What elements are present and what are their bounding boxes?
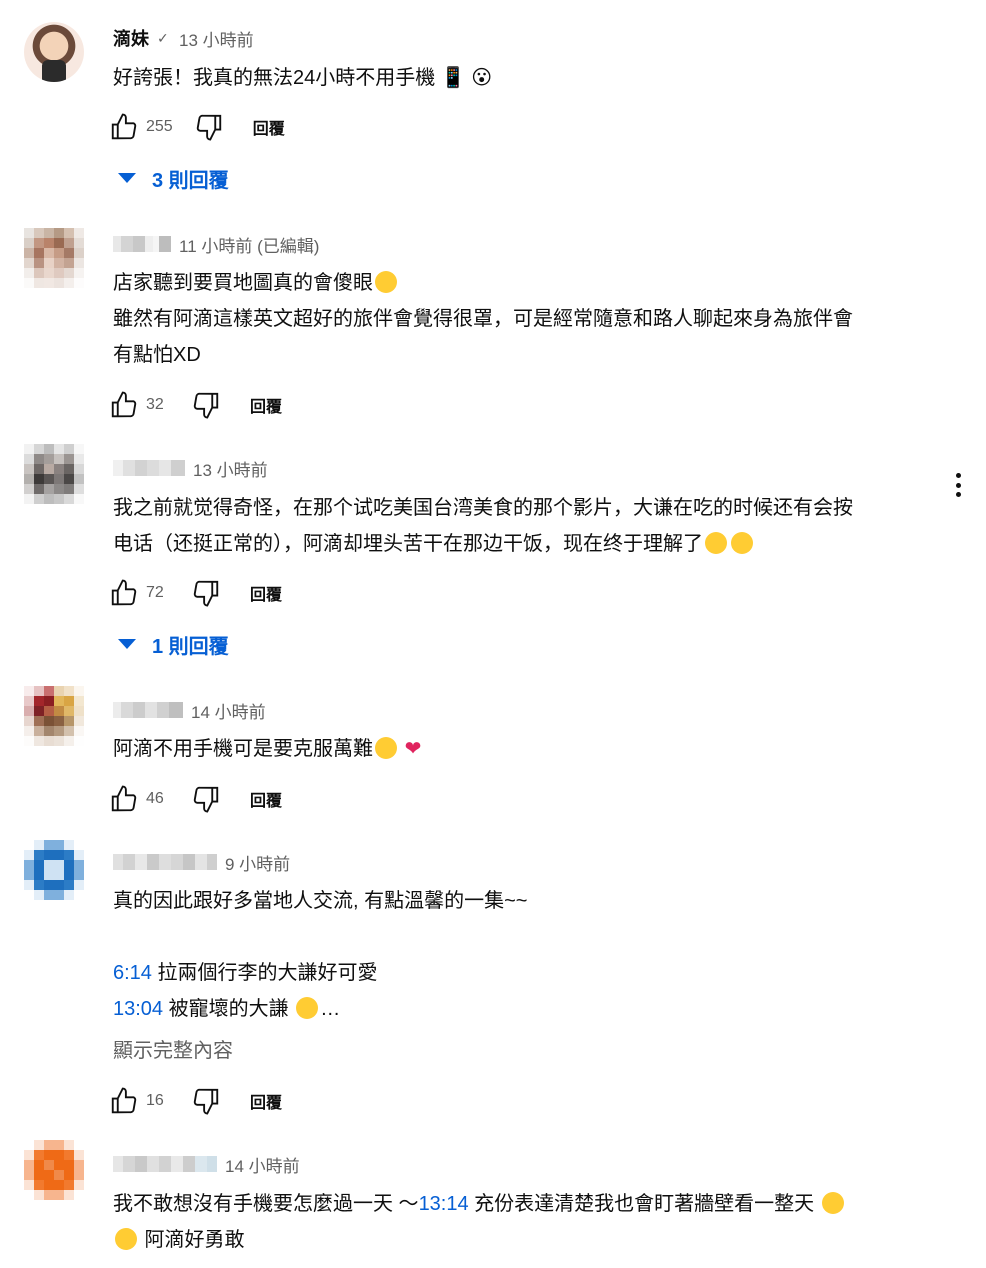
- thumb-up-icon[interactable]: [108, 111, 140, 143]
- like-count: 16: [146, 1092, 164, 1109]
- comment-line-3: 有點怕XD: [113, 344, 201, 366]
- timestamp-link[interactable]: 6:14: [113, 962, 152, 984]
- timestamp[interactable]: 11 小時前 (已編輯): [179, 232, 319, 257]
- rofl-icon: [296, 997, 319, 1019]
- tears-of-joy-icon: [375, 271, 397, 293]
- comment-header: 滴妹 ✓ 13 小時前: [113, 26, 254, 50]
- comment-text-main: 好誇張！我真的無法24小時不用手機: [113, 67, 436, 89]
- blurred-author-name[interactable]: [113, 702, 183, 718]
- comment-line-1: 店家聽到要買地圖真的會傻眼: [113, 272, 373, 294]
- blurred-author-name[interactable]: [113, 460, 185, 476]
- avatar[interactable]: [24, 686, 84, 746]
- timestamp-link[interactable]: 13:14: [419, 1193, 469, 1215]
- timestamp[interactable]: 13 小時前: [179, 26, 254, 51]
- avatar[interactable]: [24, 444, 84, 504]
- comment-text: 阿滴不用手機可是要克服萬難 ❤: [113, 731, 943, 767]
- comment-header: 9 小時前: [113, 850, 290, 874]
- comment-line-2: 电话（还挺正常的），阿滴却埋头苦干在那边干饭，现在终于理解了: [113, 533, 703, 555]
- comment-emoji: 📱 😮: [440, 67, 493, 89]
- comment-line-1-start: 我不敢想沒有手機要怎麼過一天 ～: [113, 1193, 419, 1215]
- comment-line-2: 阿滴好勇敢: [139, 1229, 245, 1251]
- thumb-down-icon[interactable]: [193, 111, 225, 143]
- rofl-icon: [821, 1192, 844, 1214]
- thumb-up-icon[interactable]: [108, 577, 140, 609]
- comment-header: 13 小時前: [113, 456, 268, 480]
- avatar[interactable]: [24, 1140, 84, 1200]
- comment-line-4: 被寵壞的大謙: [163, 998, 289, 1020]
- comment-line-2: 雖然有阿滴這樣英文超好的旅伴會覺得很罩，可是經常隨意和路人聊起來身為旅伴會: [113, 308, 853, 330]
- comment-text: 店家聽到要買地圖真的會傻眼 雖然有阿滴這樣英文超好的旅伴會覺得很罩，可是經常隨意…: [113, 265, 943, 373]
- avatar[interactable]: [24, 228, 84, 288]
- comment-text: 真的因此跟好多當地人交流, 有點溫馨的一集~~ 6:14 拉兩個行李的大謙好可愛…: [113, 883, 943, 1027]
- reply-button[interactable]: 回覆: [250, 581, 282, 605]
- avatar[interactable]: [24, 840, 84, 900]
- comment-line-3: 拉兩個行李的大謙好可愛: [151, 962, 378, 984]
- timestamp[interactable]: 9 小時前: [225, 850, 290, 875]
- thumb-down-icon[interactable]: [190, 389, 222, 421]
- comment-text: 我不敢想沒有手機要怎麼過一天 ～13:14 充份表達清楚我也會盯著牆壁看一整天 …: [113, 1186, 943, 1258]
- comment-actions: 32 回覆: [108, 389, 282, 421]
- like-count: 72: [146, 584, 164, 601]
- show-more-button[interactable]: 顯示完整內容: [113, 1033, 943, 1069]
- replies-label: 3 則回覆: [152, 169, 229, 192]
- comment-actions: 16 回覆: [108, 1085, 282, 1117]
- ellipsis: …: [320, 998, 341, 1020]
- reply-button[interactable]: 回覆: [250, 393, 282, 417]
- comment-line-1: 真的因此跟好多當地人交流, 有點溫馨的一集~~: [113, 890, 528, 912]
- verified-check-icon: ✓: [157, 30, 169, 46]
- avatar[interactable]: [24, 22, 84, 82]
- thumb-down-icon[interactable]: [190, 783, 222, 815]
- like-count: 46: [146, 790, 164, 807]
- tears-of-joy-icon: [705, 532, 727, 554]
- comment-header: 14 小時前: [113, 698, 266, 722]
- thumb-down-icon[interactable]: [190, 1085, 222, 1117]
- like-count: 32: [146, 396, 164, 413]
- more-vert-icon[interactable]: [948, 470, 968, 500]
- thumb-down-icon[interactable]: [190, 577, 222, 609]
- comment-line-1: 我之前就觉得奇怪，在那个试吃美国台湾美食的那个影片，大谦在吃的时候还有会按: [113, 497, 853, 519]
- tears-of-joy-icon: [731, 532, 753, 554]
- thumb-up-icon[interactable]: [108, 1085, 140, 1117]
- comment-header: 11 小時前 (已編輯): [113, 232, 319, 256]
- replies-label: 1 則回覆: [152, 635, 229, 658]
- timestamp[interactable]: 14 小時前: [225, 1152, 300, 1177]
- author-name[interactable]: 滴妹: [113, 25, 149, 51]
- thumb-up-icon[interactable]: [108, 783, 140, 815]
- reply-button[interactable]: 回覆: [250, 787, 282, 811]
- comment-header: 14 小時前: [113, 1152, 300, 1176]
- comment-text: 好誇張！我真的無法24小時不用手機 📱 😮: [113, 60, 943, 96]
- heart-icon: ❤: [404, 738, 422, 760]
- comment-line-1: 阿滴不用手機可是要克服萬難: [113, 738, 373, 760]
- blurred-author-name[interactable]: [113, 236, 171, 252]
- view-replies-button[interactable]: 3 則回覆: [118, 160, 229, 196]
- thumb-up-icon[interactable]: [108, 389, 140, 421]
- comment-actions: 255 回覆: [108, 111, 285, 143]
- comment-actions: 72 回覆: [108, 577, 282, 609]
- tears-of-joy-icon: [375, 737, 397, 759]
- blurred-author-name[interactable]: [113, 854, 217, 870]
- view-replies-button[interactable]: 1 則回覆: [118, 626, 229, 662]
- like-count: 255: [146, 118, 173, 135]
- caret-down-icon: [118, 173, 136, 183]
- timestamp-link[interactable]: 13:04: [113, 998, 163, 1020]
- timestamp[interactable]: 14 小時前: [191, 698, 266, 723]
- rofl-icon: [115, 1228, 137, 1250]
- timestamp[interactable]: 13 小時前: [193, 456, 268, 481]
- reply-button[interactable]: 回覆: [250, 1089, 282, 1113]
- caret-down-icon: [118, 639, 136, 649]
- blurred-author-name[interactable]: [113, 1156, 217, 1172]
- reply-button[interactable]: 回覆: [253, 115, 285, 139]
- comment-text: 我之前就觉得奇怪，在那个试吃美国台湾美食的那个影片，大谦在吃的时候还有会按 电话…: [113, 490, 943, 562]
- comment-actions: 46 回覆: [108, 783, 282, 815]
- comment-line-1-end: 充份表達清楚我也會盯著牆壁看一整天: [468, 1193, 815, 1215]
